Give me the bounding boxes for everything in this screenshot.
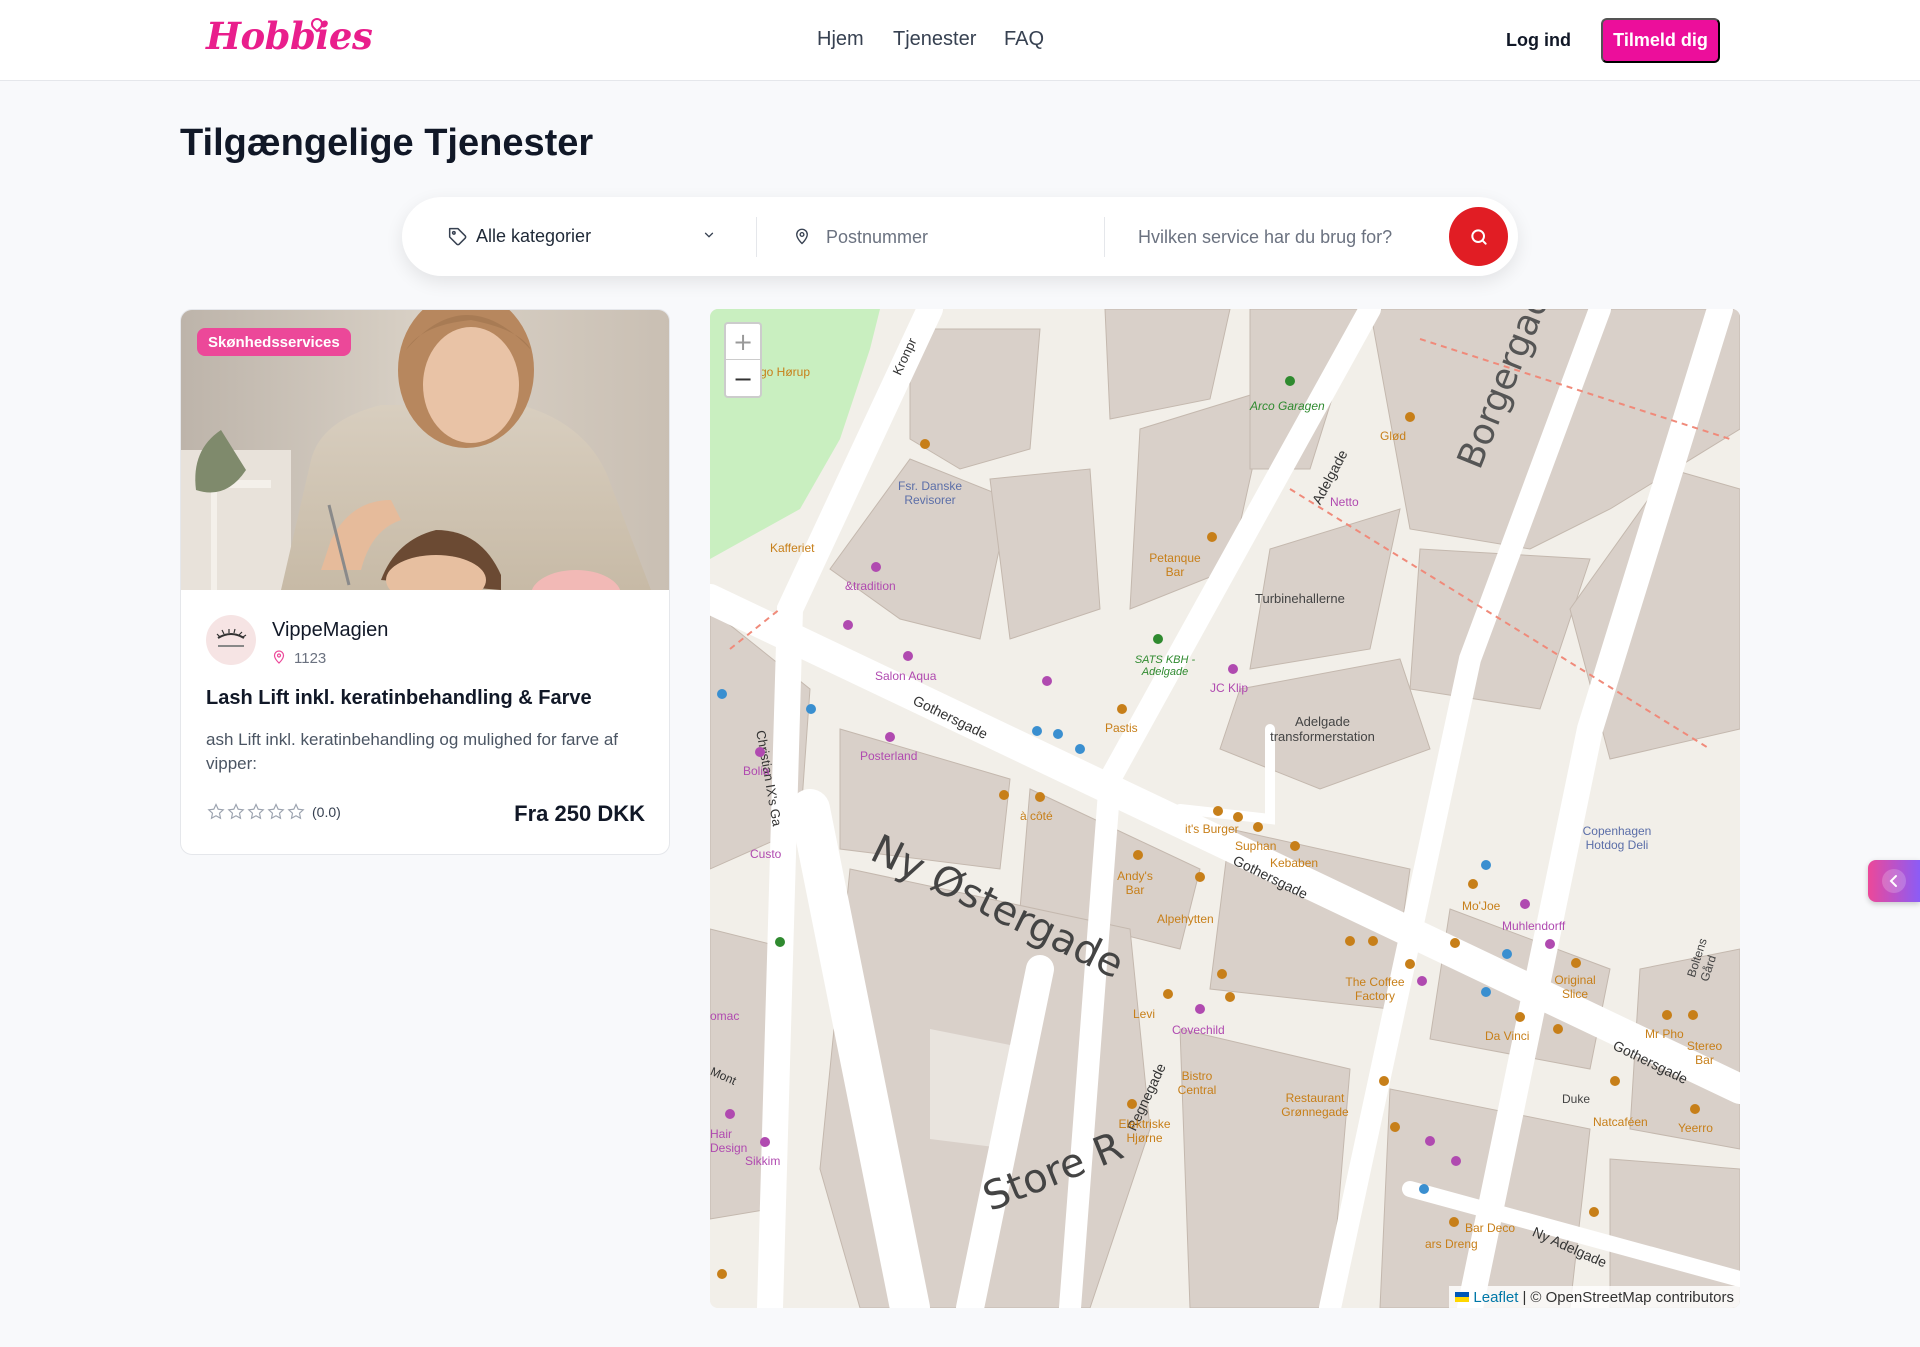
provider-name[interactable]: VippeMagien (272, 619, 388, 642)
place-label: Bar Deco (1465, 1221, 1516, 1235)
divider (1104, 217, 1105, 257)
provider-avatar[interactable] (206, 615, 256, 665)
postal-code-input[interactable] (826, 217, 1086, 257)
provider-zip: 1123 (294, 650, 327, 667)
nav-home[interactable]: Hjem (817, 28, 864, 51)
category-select[interactable]: Alle kategorier (476, 226, 591, 247)
place-label: Kebaben (1270, 856, 1319, 870)
login-link[interactable]: Log ind (1506, 30, 1571, 51)
place-label: The Coffee Factory (1345, 975, 1405, 1003)
place-label: Stereo Bar (1686, 1039, 1723, 1067)
star-icon (267, 803, 285, 820)
place-label: Alpehytten (1157, 912, 1214, 926)
place-label: Yeerro (1678, 1121, 1713, 1135)
place-label: Andy's Bar (1117, 869, 1153, 897)
ukraine-flag-icon (1455, 1292, 1470, 1302)
side-panel-toggle[interactable] (1868, 860, 1920, 902)
category-badge: Skønhedsservices (197, 328, 351, 356)
place-label: Glød (1380, 429, 1407, 443)
signup-button[interactable]: Tilmeld dig (1601, 18, 1720, 63)
place-label: Turbinehallerne (1255, 591, 1345, 606)
place-label: Fsr. Danske Revisorer (897, 479, 963, 507)
place-label: Da Vinci (1485, 1029, 1530, 1043)
site-logo[interactable]: Hobbies (206, 14, 373, 58)
map-view[interactable]: Borgergade Gothersgade Gothersgade Gothe… (710, 309, 1740, 1308)
place-label: Mo'Joe (1462, 899, 1501, 913)
place-label: Kafferiet (770, 541, 815, 555)
star-icon (207, 803, 225, 820)
place-label: à côté (1020, 809, 1053, 823)
place-label: Salon Aqua (875, 669, 937, 683)
page-title: Tilgængelige Tjenester (180, 122, 594, 164)
zoom-control: + − (724, 322, 762, 398)
place-label: SATS KBH - Adelgade (1134, 654, 1196, 678)
site-header: Hobbies Hjem Tjenester FAQ Log ind Tilme… (0, 0, 1920, 81)
zoom-in-button[interactable]: + (726, 324, 760, 360)
place-label: Posterland (860, 749, 918, 763)
place-label: Hair Design (710, 1127, 748, 1155)
place-label: Pastis (1105, 721, 1138, 735)
place-label: Petanque Bar (1149, 551, 1201, 579)
place-label: it's Burger (1185, 822, 1239, 836)
place-label: Copenhagen Hotdog Deli (1582, 824, 1652, 852)
location-pin-icon (273, 650, 285, 664)
map-attribution: Leaflet | © OpenStreetMap contributors (1449, 1286, 1740, 1308)
place-label: go Hørup (760, 365, 811, 379)
place-label: Arco Garagen (1250, 399, 1325, 413)
place-label: Netto (1330, 495, 1359, 509)
place-label: Sikkim (745, 1154, 781, 1168)
search-bar: Alle kategorier (402, 197, 1518, 276)
place-label: Levi (1133, 1007, 1156, 1021)
service-description: ash Lift inkl. keratinbehandling og muli… (206, 730, 619, 773)
service-price: Fra 250 DKK (514, 801, 645, 826)
place-label: Adelgade transformerstation (1270, 714, 1375, 744)
leaflet-link[interactable]: Leaflet (1473, 1289, 1518, 1306)
osm-attribution[interactable]: © OpenStreetMap contributors (1530, 1289, 1734, 1306)
place-label: Custo (750, 847, 782, 861)
service-card[interactable]: Skønhedsservices VippeMagien 1123 Lash L… (180, 309, 670, 855)
nav-services[interactable]: Tjenester (893, 28, 976, 51)
place-label: ars Dreng (1425, 1237, 1478, 1251)
place-label: Duke (1562, 1092, 1591, 1106)
search-icon (1470, 228, 1487, 245)
place-label: Original Slice (1554, 973, 1596, 1001)
place-label: Suphan (1235, 839, 1277, 853)
star-icon (227, 803, 245, 820)
chevron-down-icon[interactable] (702, 228, 716, 242)
place-label: Bolia (743, 764, 770, 778)
star-icon (287, 803, 305, 820)
place-label: Restaurant Grønnegade (1281, 1091, 1349, 1119)
place-label: Mr Pho (1645, 1027, 1684, 1041)
service-title[interactable]: Lash Lift inkl. keratinbehandling & Farv… (206, 687, 592, 710)
service-image: Skønhedsservices (181, 310, 669, 590)
zoom-out-button[interactable]: − (726, 361, 760, 397)
star-icon (247, 803, 265, 820)
place-label: Covechild (1172, 1023, 1225, 1037)
place-label: JC Klip (1210, 681, 1249, 695)
nav-faq[interactable]: FAQ (1004, 28, 1044, 51)
place-label: omac (710, 1009, 740, 1023)
tag-icon (448, 227, 467, 246)
location-pin-icon (796, 228, 808, 245)
divider (756, 217, 757, 257)
place-label: &tradition (845, 579, 896, 593)
place-label: Natcaféen (1593, 1115, 1648, 1129)
attribution-separator: | (1522, 1288, 1527, 1306)
place-label: Bistro Central (1177, 1069, 1217, 1097)
service-search-input[interactable] (1138, 217, 1438, 257)
place-label: Elektriske Hjørne (1118, 1117, 1171, 1145)
search-button[interactable] (1449, 207, 1508, 266)
place-label: Muhlendorff (1502, 919, 1566, 933)
chevron-left-icon (1882, 869, 1906, 893)
rating-value: (0.0) (312, 804, 341, 820)
star-rating (206, 802, 306, 822)
